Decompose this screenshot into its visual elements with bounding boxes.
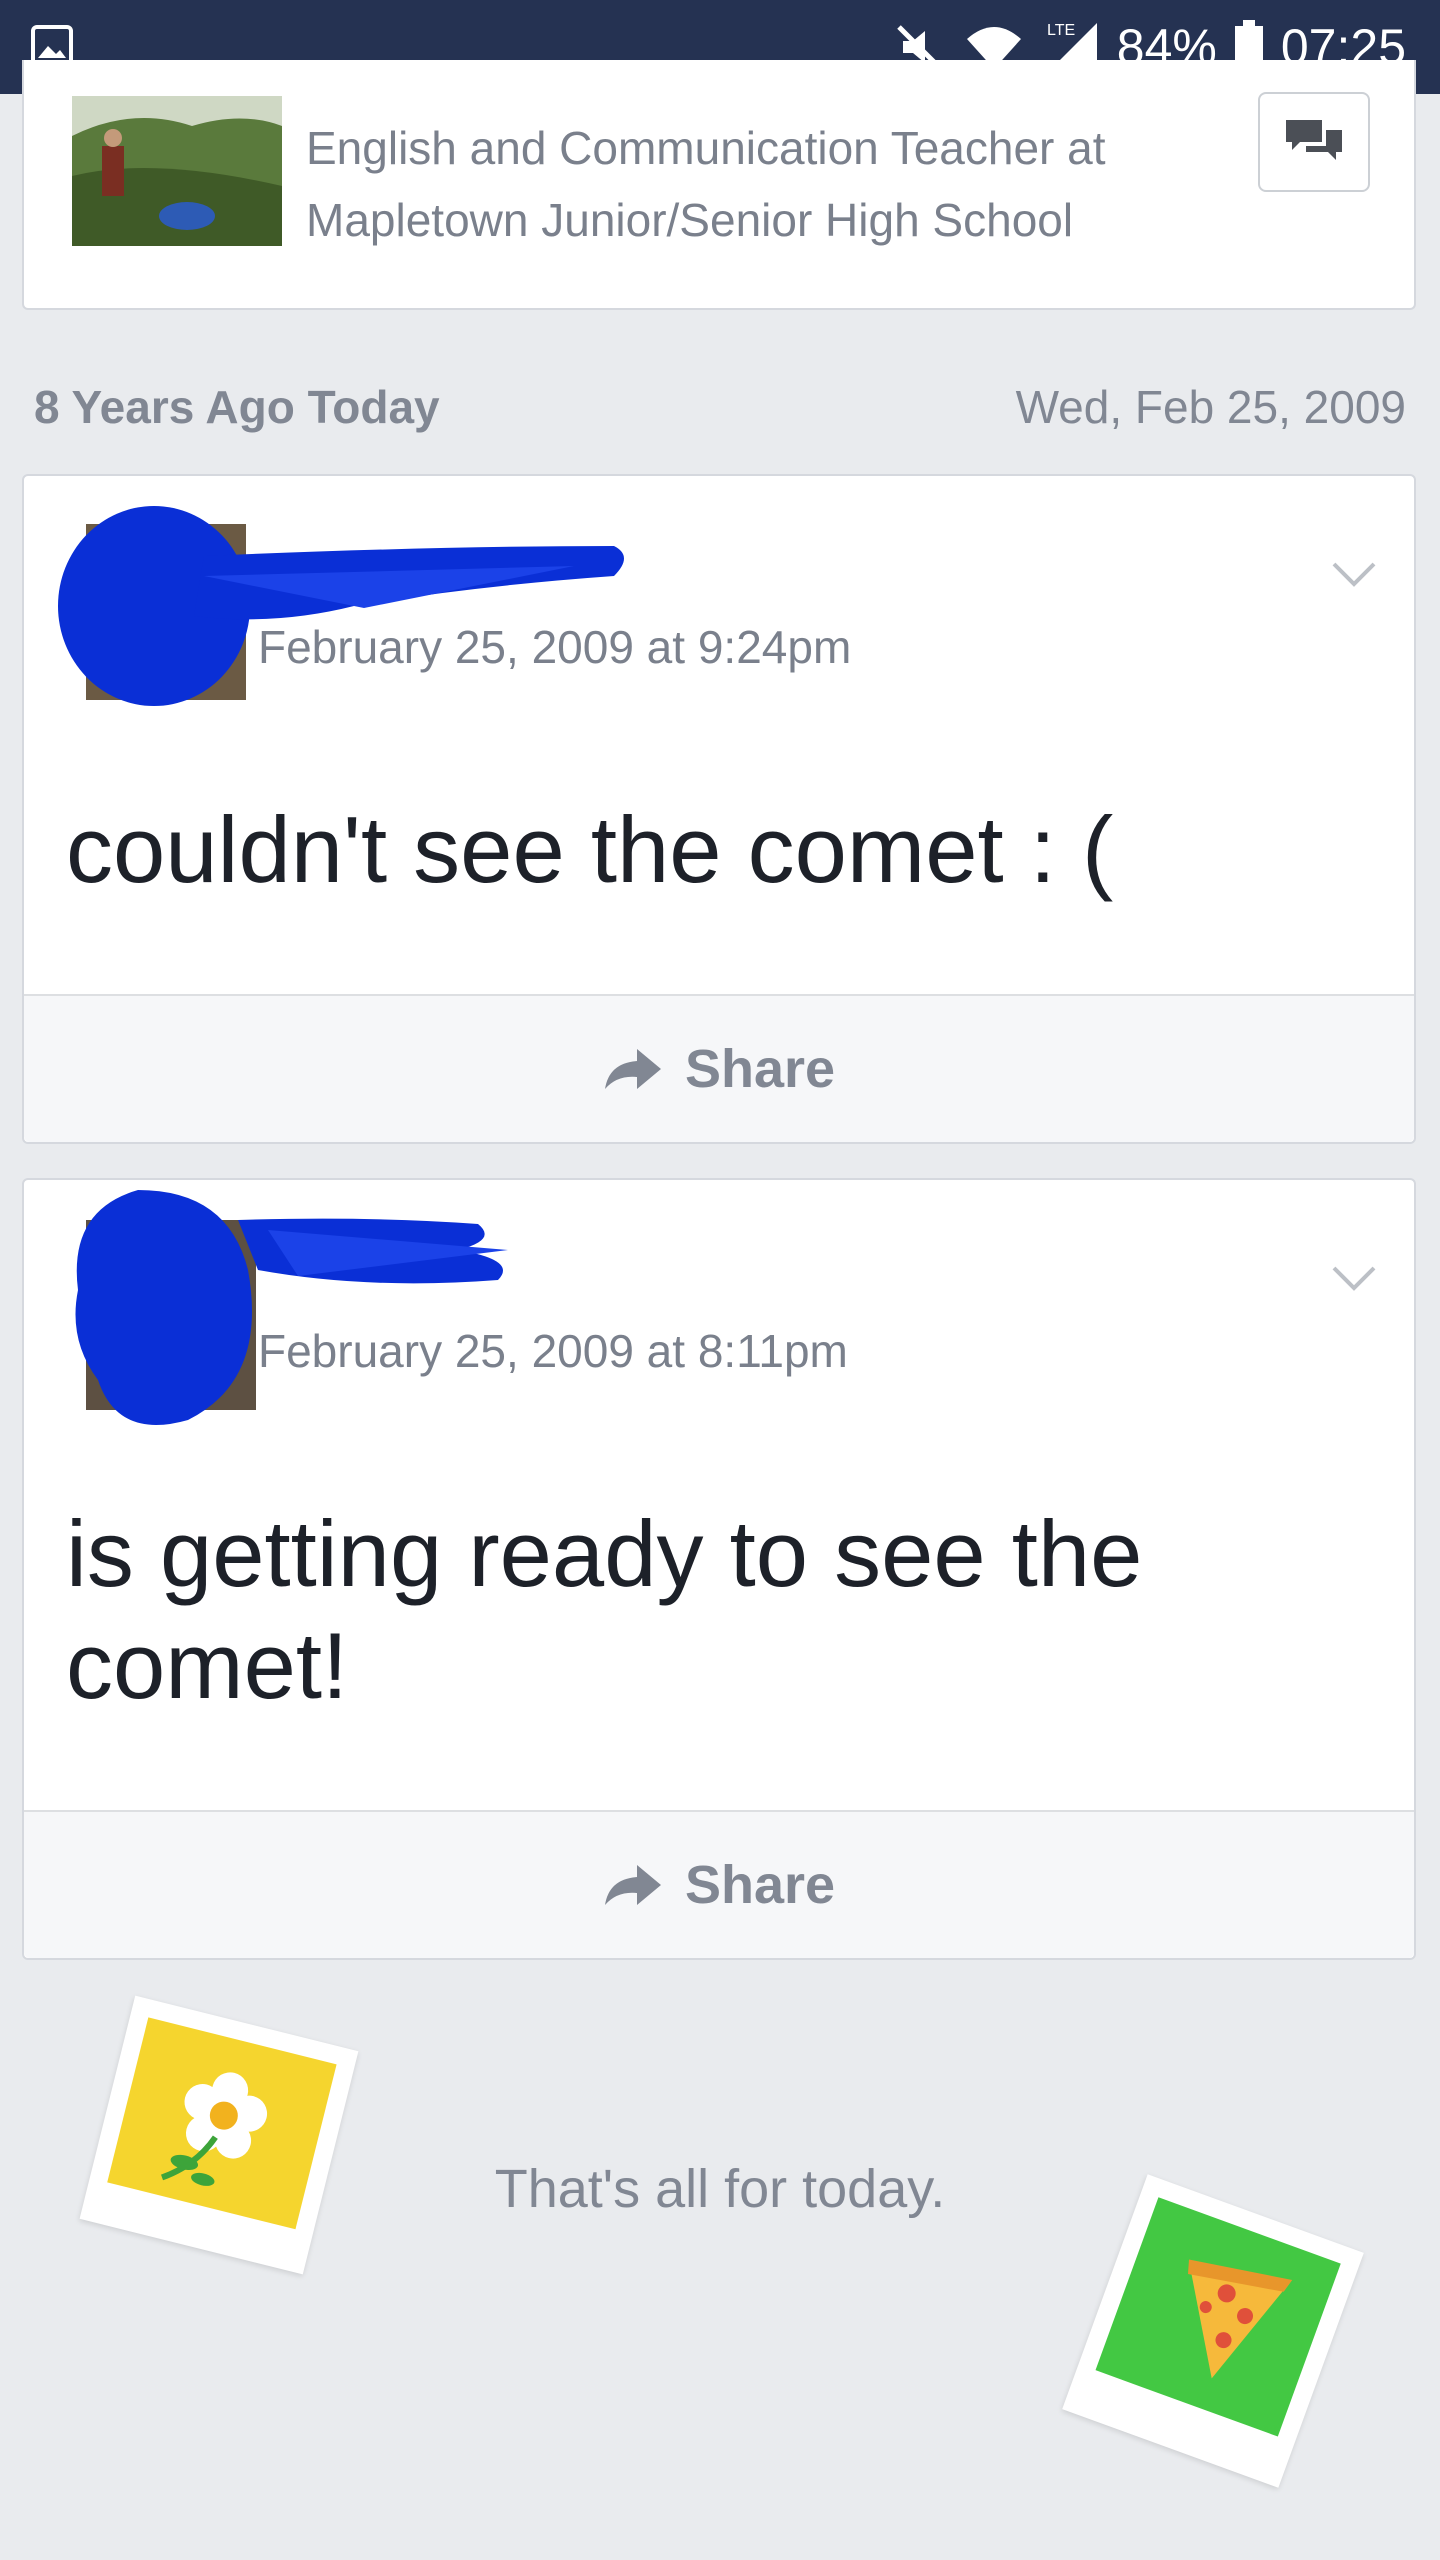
share-label: Share — [684, 1039, 836, 1099]
redacted-author — [75, 1190, 508, 1425]
share-label: Share — [684, 1855, 836, 1915]
flower-polaroid-illustration — [79, 1995, 359, 2275]
memory-post: February 25, 2009 at 9:24pm couldn't see… — [22, 474, 1416, 1144]
profile-headline: English and Communication Teacher at Map… — [306, 112, 1106, 256]
share-icon — [604, 1865, 661, 1905]
profile-headline-line2: Mapletown Junior/Senior High School — [306, 194, 1074, 246]
redacted-author — [58, 506, 624, 706]
post-timestamp[interactable]: February 25, 2009 at 9:24pm — [258, 620, 851, 674]
profile-headline-line1: English and Communication Teacher at — [306, 122, 1106, 174]
share-button[interactable]: Share — [24, 1810, 1414, 1958]
chevron-down-icon[interactable] — [1328, 548, 1380, 600]
pizza-polaroid-illustration — [1062, 2174, 1364, 2488]
memories-section-title: 8 Years Ago Today — [34, 381, 440, 433]
memories-section-date: Wed, Feb 25, 2009 — [1015, 381, 1406, 433]
message-icon — [1286, 120, 1342, 160]
share-icon — [604, 1049, 661, 1089]
chevron-down-icon[interactable] — [1328, 1252, 1380, 1304]
profile-card: English and Communication Teacher at Map… — [22, 60, 1416, 310]
post-timestamp[interactable]: February 25, 2009 at 8:11pm — [258, 1324, 848, 1378]
post-text: is getting ready to see the comet! — [66, 1501, 1143, 1718]
profile-photo[interactable] — [72, 96, 282, 246]
memory-post: February 25, 2009 at 8:11pm is getting r… — [22, 1178, 1416, 1960]
message-button[interactable] — [1258, 92, 1370, 192]
share-button[interactable]: Share — [24, 994, 1414, 1142]
network-label: LTE — [1047, 22, 1075, 39]
post-text: couldn't see the comet : ( — [66, 797, 1114, 902]
